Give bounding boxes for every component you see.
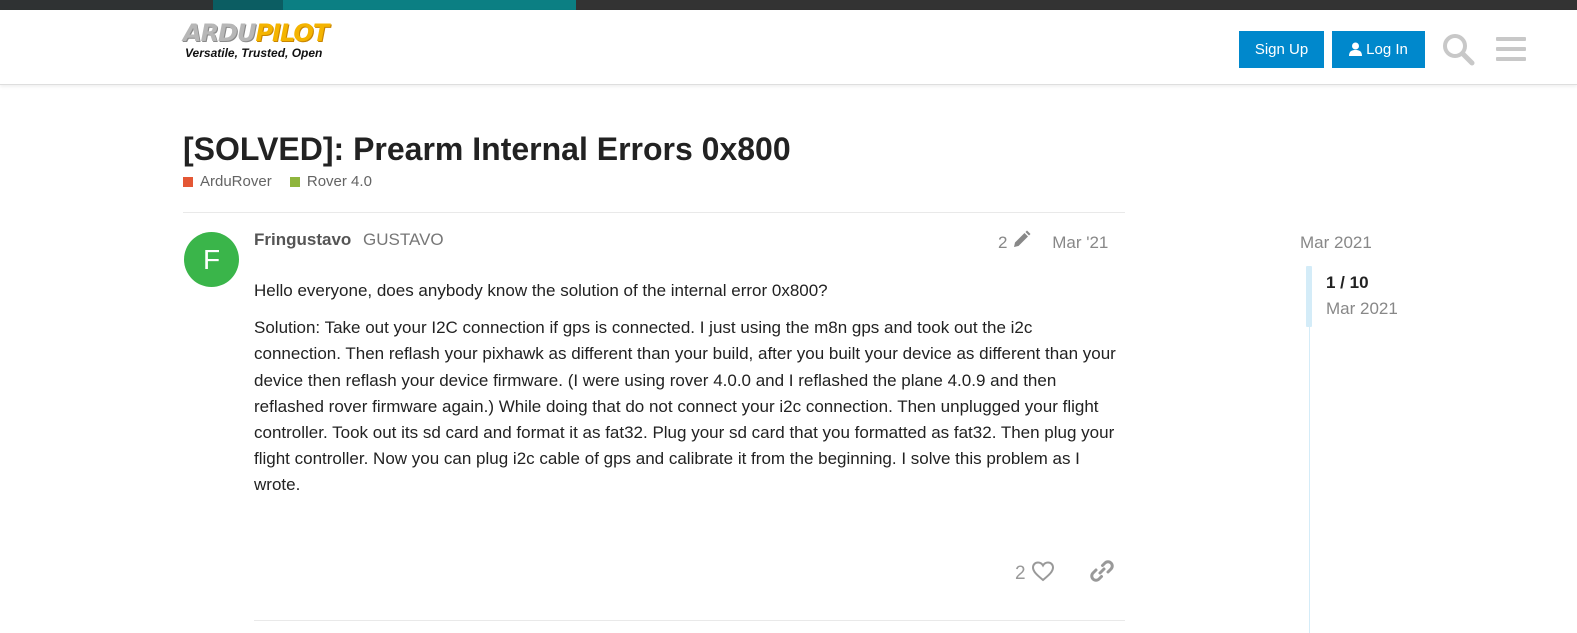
- site-header: ARDUPILOT Versatile, Trusted, Open Sign …: [0, 10, 1577, 85]
- user-icon: [1349, 33, 1363, 70]
- logo-word-pilot: PILOT: [255, 19, 329, 47]
- category-color-square: [183, 176, 193, 187]
- poster-full-name[interactable]: GUSTAVO: [363, 230, 444, 249]
- top-strip-segment: [283, 0, 576, 10]
- post-date[interactable]: Mar '21: [1052, 233, 1108, 252]
- menu-icon[interactable]: [1494, 32, 1528, 66]
- category-ardurover[interactable]: ArduRover: [183, 173, 272, 190]
- avatar-letter: F: [202, 244, 221, 275]
- topic-title[interactable]: [SOLVED]: Prearm Internal Errors 0x800: [183, 131, 791, 168]
- avatar[interactable]: F: [184, 232, 239, 287]
- sign-up-button[interactable]: Sign Up: [1239, 31, 1324, 68]
- ardupilot-logo[interactable]: ARDUPILOT Versatile, Trusted, Open: [183, 20, 343, 64]
- like-button[interactable]: 2: [1015, 560, 1055, 588]
- share-link-button[interactable]: [1089, 560, 1115, 588]
- timeline-scroll-handle[interactable]: [1306, 266, 1312, 327]
- post-paragraph: Solution: Take out your I2C connection i…: [254, 318, 1116, 495]
- browser-top-strip: [0, 0, 1577, 10]
- timeline-position: 1 / 10: [1326, 273, 1369, 292]
- category-color-square: [289, 176, 300, 187]
- like-count: 2: [1015, 563, 1026, 584]
- poster-username[interactable]: Fringustavo: [254, 230, 351, 249]
- timeline-current-date: Mar 2021: [1326, 299, 1398, 318]
- category-label: Rover 4.0: [306, 173, 372, 190]
- category-label: ArduRover: [200, 173, 272, 190]
- sign-up-label: Sign Up: [1254, 41, 1309, 58]
- logo-wordmark: ARDUPILOT: [183, 19, 329, 47]
- log-in-button[interactable]: Log In: [1332, 31, 1425, 68]
- topic-divider: [183, 212, 1125, 213]
- logo-tagline: Versatile, Trusted, Open: [185, 46, 323, 60]
- post-divider: [254, 620, 1125, 621]
- timeline-start-date[interactable]: Mar 2021: [1300, 233, 1372, 253]
- top-strip-segment: [213, 0, 283, 10]
- pencil-icon: [1011, 230, 1031, 255]
- search-icon[interactable]: [1441, 32, 1475, 66]
- poster-names: Fringustavo GUSTAVO: [254, 230, 444, 250]
- topic-categories: ArduRover Rover 4.0: [183, 173, 386, 191]
- top-strip-segment: [0, 0, 213, 10]
- link-icon: [1089, 558, 1115, 590]
- edit-count: 2: [998, 232, 1008, 252]
- post-edit-history[interactable]: 2: [998, 230, 1031, 255]
- post-body: Hello everyone, does anybody know the so…: [254, 278, 1124, 510]
- heart-icon: [1031, 560, 1055, 588]
- post-paragraph: Hello everyone, does anybody know the so…: [254, 281, 828, 300]
- category-rover-4-0[interactable]: Rover 4.0: [289, 173, 372, 190]
- logo-word-ardu: ARDU: [183, 19, 256, 47]
- post-meta: 2 Mar '21: [998, 230, 1108, 255]
- log-in-label: Log In: [1366, 41, 1408, 58]
